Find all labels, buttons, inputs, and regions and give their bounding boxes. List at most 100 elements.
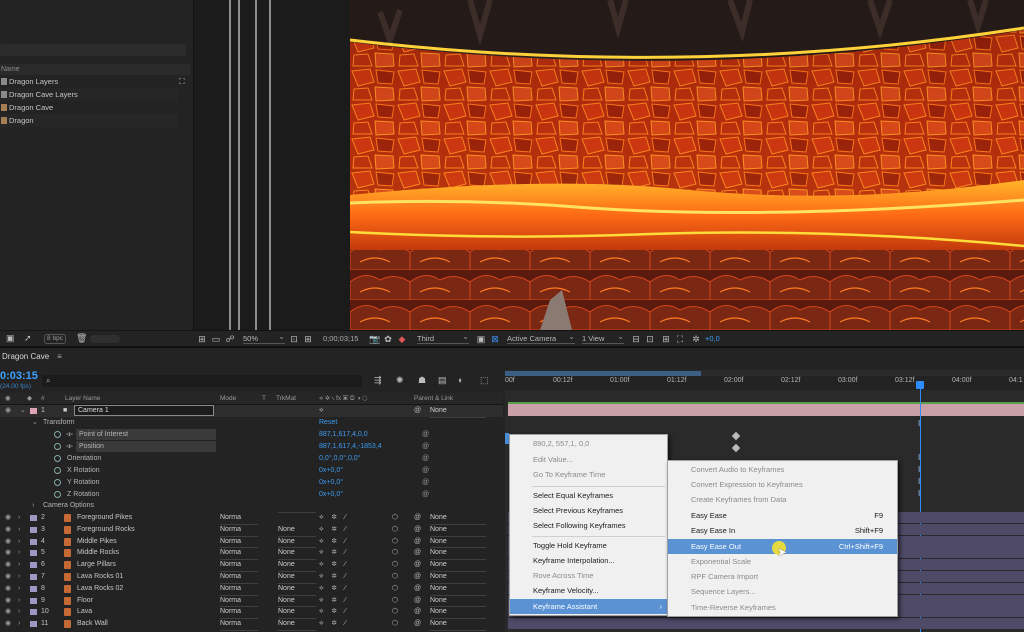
monitor-icon[interactable]: ▭ [211,334,221,344]
send-icon[interactable]: ➚ [24,333,32,344]
reset-exposure-icon[interactable]: ✲ [691,334,701,344]
label-color[interactable] [30,621,37,628]
timecode-display[interactable]: 0;00;03;15 [323,334,358,344]
layer-switches[interactable]: ⟡ ✲ ∕ [319,547,349,559]
3d-layer-icon[interactable]: ⬡ [392,559,398,571]
submenu-rpf-camera[interactable]: RPF Camera Import [668,569,897,584]
trkmat-select[interactable]: None [278,618,316,631]
eye-icon[interactable]: ◉ [5,595,11,607]
camera-options-group[interactable]: › Camera Options [0,500,503,512]
parent-pickwhip-icon[interactable]: @ [414,524,421,536]
label-color[interactable] [30,408,37,414]
mask-icon[interactable]: ☍ [225,334,235,344]
twirl-closed-icon[interactable]: › [18,606,20,618]
column-number[interactable]: # [41,393,45,405]
stopwatch-icon[interactable] [54,479,61,486]
camera-select[interactable]: Active Camera [507,332,575,344]
eye-icon[interactable]: ◉ [5,524,11,536]
layer-row[interactable]: ◉ › 10 Lava Norma None ⟡ ✲ ∕ ⬡ @ None [0,606,503,620]
property-row[interactable]: ◃▹ Position 887,1,617,4,-1853,4 @ [0,441,503,453]
project-item[interactable]: Dragon Layers [0,75,178,88]
property-row[interactable]: Y Rotation 0x+0,0° @ [0,477,503,489]
stopwatch-icon[interactable] [54,467,61,474]
layer-row[interactable]: ◉ › 7 Lava Rocks 01 Norma None ⟡ ✲ ∕ ⬡ @ None [0,571,503,584]
twirl-closed-icon[interactable]: › [32,500,34,512]
parent-select[interactable]: None [430,405,486,418]
keyframe-nav-icon[interactable]: ◃▹ [66,429,73,441]
parent-pickwhip-icon[interactable]: @ [414,571,421,583]
menu-item-toggle-hold[interactable]: Toggle Hold Keyframe [510,538,667,553]
submenu-create-keyframes[interactable]: Create Keyframes from Data [668,492,897,507]
mode-select[interactable]: Norma [220,618,258,631]
fast-previews-icon[interactable]: ⊡ [645,334,655,344]
3d-layer-icon[interactable]: ⬡ [392,536,398,548]
layer-row-camera[interactable]: ◉ ⌄ 1 ■ Camera 1 ⟡ @ None [0,405,503,418]
twirl-closed-icon[interactable]: › [18,524,20,536]
snapshot-icon[interactable]: 📷 [369,334,380,344]
layer-row[interactable]: ◉ › 4 Middle Pikes Norma None ⟡ ✲ ∕ ⬡ @ None [0,536,503,549]
layer-row[interactable]: ◉ › 3 Foreground Rocks Norma None ⟡ ✲ ∕ ⬡ @ None [0,524,503,537]
composition-viewer[interactable] [350,0,1024,330]
pickwhip-icon[interactable]: @ [422,453,429,465]
submenu-sequence-layers[interactable]: Sequence Layers... [668,584,897,599]
twirl-open-icon[interactable]: ⌄ [20,405,26,417]
menu-item-select-following[interactable]: Select Following Keyframes [510,518,667,533]
column-mode[interactable]: Mode [220,393,236,405]
layer-row[interactable]: ◉ › 6 Large Pillars Norma None ⟡ ✲ ∕ ⬡ @ None [0,559,503,572]
thumbnail-slider[interactable] [90,335,120,343]
pickwhip-icon[interactable]: @ [422,465,429,477]
keyframe-nav-icon[interactable]: ◃▹ [66,441,73,453]
parent-select[interactable]: None [430,618,486,631]
menu-item-velocity[interactable]: Keyframe Velocity... [510,583,667,598]
layer-duration-bar[interactable] [508,618,1024,630]
parent-pickwhip-icon[interactable]: @ [414,547,421,559]
submenu-convert-expression[interactable]: Convert Expression to Keyframes [668,477,897,492]
twirl-open-icon[interactable]: ⌄ [32,417,38,429]
3d-layer-icon[interactable]: ⬡ [392,595,398,607]
twirl-closed-icon[interactable]: › [18,583,20,595]
flowchart-icon[interactable]: ⛶ [179,77,188,86]
color-channel-icon[interactable]: ◆ [397,334,407,344]
layer-row[interactable]: ◉ › 9 Floor Norma None ⟡ ✲ ∕ ⬡ @ None [0,595,503,608]
label-color[interactable] [30,515,37,521]
menu-item-interpolation[interactable]: Keyframe Interpolation... [510,553,667,568]
label-color[interactable] [30,597,37,604]
layer-row[interactable]: ◉ › 5 Middle Rocks Norma None ⟡ ✲ ∕ ⬡ @ None [0,547,503,561]
3d-layer-icon[interactable]: ⬡ [392,547,398,559]
project-search-input[interactable] [0,44,186,56]
current-time-handle[interactable] [916,381,924,389]
graph-editor-icon[interactable]: ⬚ [480,375,489,386]
project-item[interactable]: Dragon Cave [0,101,178,114]
parent-pickwhip-icon[interactable]: @ [414,512,421,524]
parent-pickwhip-icon[interactable]: @ [414,606,421,618]
current-time-display[interactable]: 0:03:15 [0,370,38,382]
layer-switches[interactable]: ⟡ ✲ ∕ [319,571,349,583]
3d-layer-icon[interactable]: ⬡ [392,512,398,524]
reset-link[interactable]: Reset [319,417,337,429]
label-color[interactable] [30,609,37,616]
column-t[interactable]: T [262,393,266,405]
time-ruler[interactable]: 00f 00:12f 01:00f 01:12f 02:00f 02:12f 0… [505,376,1024,390]
3d-layer-icon[interactable]: ⬡ [392,583,398,595]
layer-name-input[interactable]: Camera 1 [74,405,214,416]
column-trkmat[interactable]: TrkMat [276,393,296,405]
column-layer-name[interactable]: Layer Name [65,393,100,405]
twirl-closed-icon[interactable]: › [18,595,20,607]
label-color[interactable] [30,550,37,557]
region-of-interest-icon[interactable]: ▣ [476,334,486,344]
eye-icon[interactable]: ◉ [5,583,11,595]
layer-switches[interactable]: ⟡ ✲ ∕ [319,536,349,548]
pickwhip-icon[interactable]: @ [422,429,429,441]
collapse-switch[interactable]: ⟡ [319,405,327,417]
resolution-select[interactable]: Third [417,332,469,344]
timeline-icon[interactable]: ⊞ [661,334,671,344]
draft-3d-icon[interactable]: ✺ [396,375,404,386]
column-parent[interactable]: Parent & Link [414,393,453,405]
menu-item-rove[interactable]: Rove Across Time [510,568,667,583]
tab-dragon-cave[interactable]: Dragon Cave ≡ [0,351,62,363]
3d-layer-icon[interactable]: ⬡ [392,606,398,618]
parent-pickwhip-icon[interactable]: @ [414,405,421,417]
submenu-easy-ease-in[interactable]: Easy Ease In Shift+F9 [668,523,897,538]
menu-item-select-equal[interactable]: Select Equal Keyframes [510,488,667,503]
eye-icon[interactable]: ◉ [5,536,11,548]
